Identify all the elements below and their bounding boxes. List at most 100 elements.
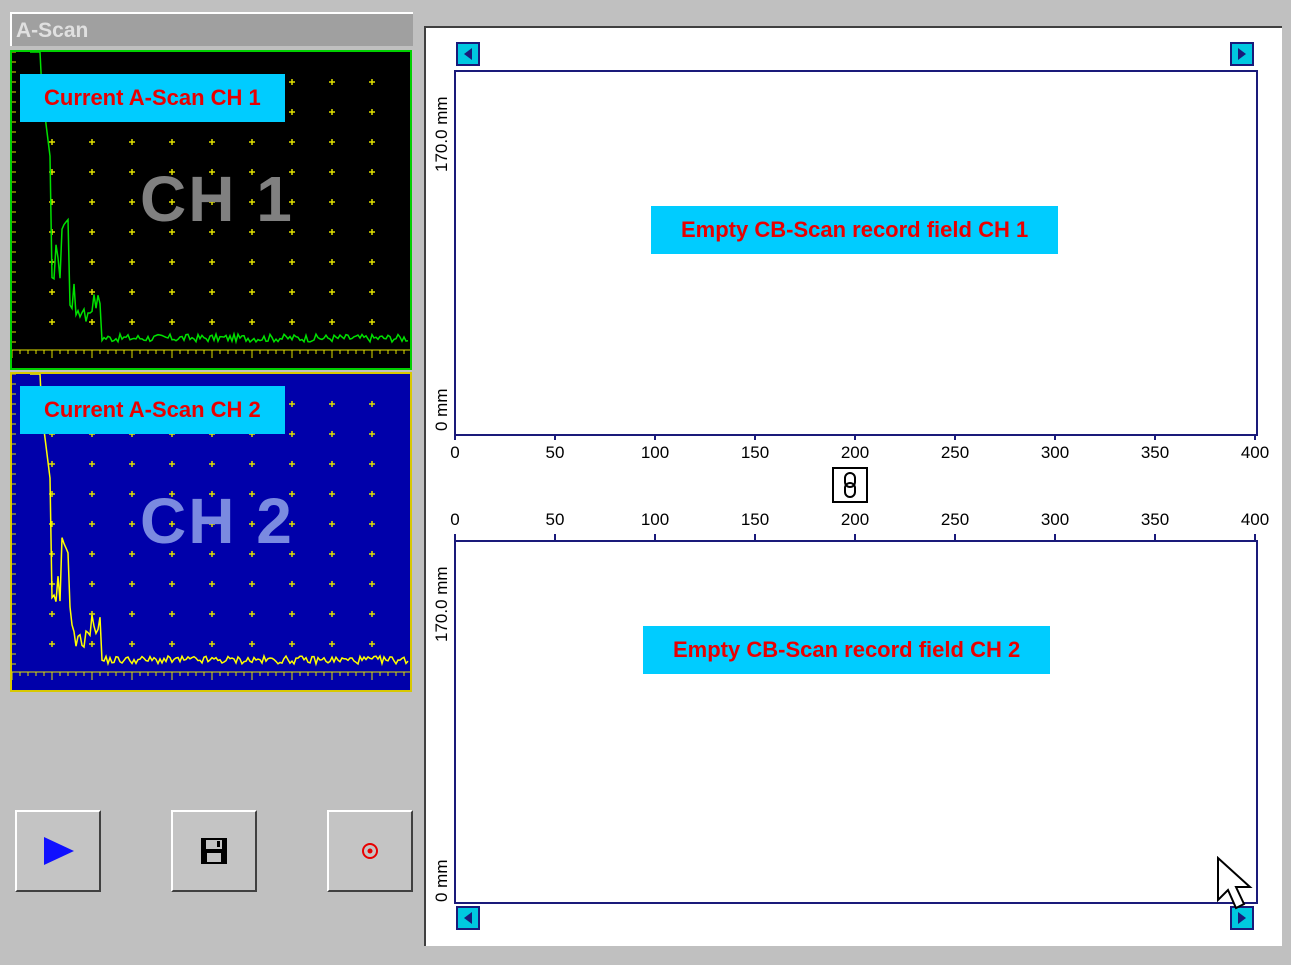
ch1-watermark: CH 1 (140, 163, 294, 235)
grid-cross (329, 79, 335, 85)
grid-cross (89, 319, 95, 325)
grid-cross (329, 641, 335, 647)
ascan-ch1-label: Current A-Scan CH 1 (20, 74, 285, 122)
grid-cross (49, 611, 55, 617)
grid-cross (329, 551, 335, 557)
grid-cross (329, 109, 335, 115)
grid-cross (49, 641, 55, 647)
grid-cross (49, 139, 55, 145)
grid-cross (89, 641, 95, 647)
arrow-left-icon (464, 912, 472, 924)
x-tick-mark (654, 434, 656, 440)
x-tick-mark (854, 434, 856, 440)
x-tick-label: 0 (450, 443, 460, 462)
x-tick-label: 300 (1040, 443, 1070, 462)
ch1-y-bottom-label: 0 mm (432, 388, 451, 432)
x-tick-mark (1154, 434, 1156, 440)
grid-cross (369, 641, 375, 647)
grid-cross (289, 79, 295, 85)
grid-cross (209, 139, 215, 145)
grid-cross (129, 259, 135, 265)
save-button[interactable] (171, 810, 257, 892)
grid-cross (369, 319, 375, 325)
grid-cross (129, 641, 135, 647)
scroll-right-button-top[interactable] (1230, 42, 1254, 66)
ascan-ch2-label: Current A-Scan CH 2 (20, 386, 285, 434)
x-tick-label: 100 (640, 443, 670, 462)
arrow-right-icon (1238, 48, 1246, 60)
grid-cross (209, 461, 215, 467)
x-tick-mark (454, 434, 456, 440)
grid-cross (329, 401, 335, 407)
grid-cross (289, 139, 295, 145)
cbscan-field-ch2[interactable] (454, 540, 1258, 904)
grid-cross (369, 169, 375, 175)
x-tick-label: 200 (840, 443, 870, 462)
grid-cross (329, 521, 335, 527)
x-tick-label: 50 (545, 510, 565, 529)
scroll-left-button-bottom[interactable] (456, 906, 480, 930)
grid-cross (129, 139, 135, 145)
grid-cross (369, 581, 375, 587)
grid-cross (329, 289, 335, 295)
chain-link-button[interactable] (832, 467, 868, 503)
grid-cross (89, 139, 95, 145)
record-icon (362, 843, 378, 859)
grid-cross (329, 259, 335, 265)
grid-cross (329, 199, 335, 205)
record-button[interactable] (327, 810, 413, 892)
x-tick-label: 300 (1040, 510, 1070, 529)
grid-cross (289, 109, 295, 115)
grid-cross (89, 461, 95, 467)
grid-cross (249, 319, 255, 325)
grid-cross (129, 611, 135, 617)
ch2-y-bottom-label: 0 mm (432, 859, 451, 903)
grid-cross (369, 259, 375, 265)
grid-cross (249, 289, 255, 295)
grid-cross (329, 491, 335, 497)
grid-cross (329, 169, 335, 175)
cbscan-ch2-label: Empty CB-Scan record field CH 2 (643, 626, 1051, 674)
x-tick-label: 400 (1240, 510, 1270, 529)
x-tick-mark (954, 434, 956, 440)
grid-cross (329, 581, 335, 587)
grid-cross (129, 521, 135, 527)
x-tick-label: 150 (740, 443, 770, 462)
grid-cross (289, 431, 295, 437)
x-tick-mark (754, 434, 756, 440)
x-tick-mark (1254, 434, 1256, 440)
grid-cross (289, 289, 295, 295)
x-tick-label: 0 (450, 510, 460, 529)
grid-cross (89, 229, 95, 235)
play-icon (44, 837, 74, 865)
grid-cross (329, 229, 335, 235)
mouse-cursor-icon (1217, 856, 1253, 910)
grid-cross (209, 319, 215, 325)
grid-cross (49, 319, 55, 325)
grid-cross (129, 461, 135, 467)
grid-cross (89, 199, 95, 205)
grid-cross (129, 491, 135, 497)
grid-cross (329, 431, 335, 437)
grid-cross (369, 79, 375, 85)
x-tick-mark (1054, 434, 1056, 440)
ch1-y-top-label: 170.0 mm (432, 96, 451, 172)
grid-cross (289, 259, 295, 265)
grid-cross (369, 289, 375, 295)
grid-cross (369, 491, 375, 497)
grid-cross (89, 169, 95, 175)
grid-cross (89, 491, 95, 497)
grid-cross (209, 641, 215, 647)
scroll-left-button-top[interactable] (456, 42, 480, 66)
x-tick-label: 150 (740, 510, 770, 529)
ch2-watermark: CH 2 (140, 485, 294, 557)
grid-cross (169, 611, 175, 617)
play-button[interactable] (15, 810, 101, 892)
grid-cross (329, 461, 335, 467)
grid-cross (289, 319, 295, 325)
grid-cross (369, 401, 375, 407)
x-tick-label: 250 (940, 510, 970, 529)
grid-cross (129, 169, 135, 175)
x-tick-label: 400 (1240, 443, 1270, 462)
grid-cross (129, 289, 135, 295)
